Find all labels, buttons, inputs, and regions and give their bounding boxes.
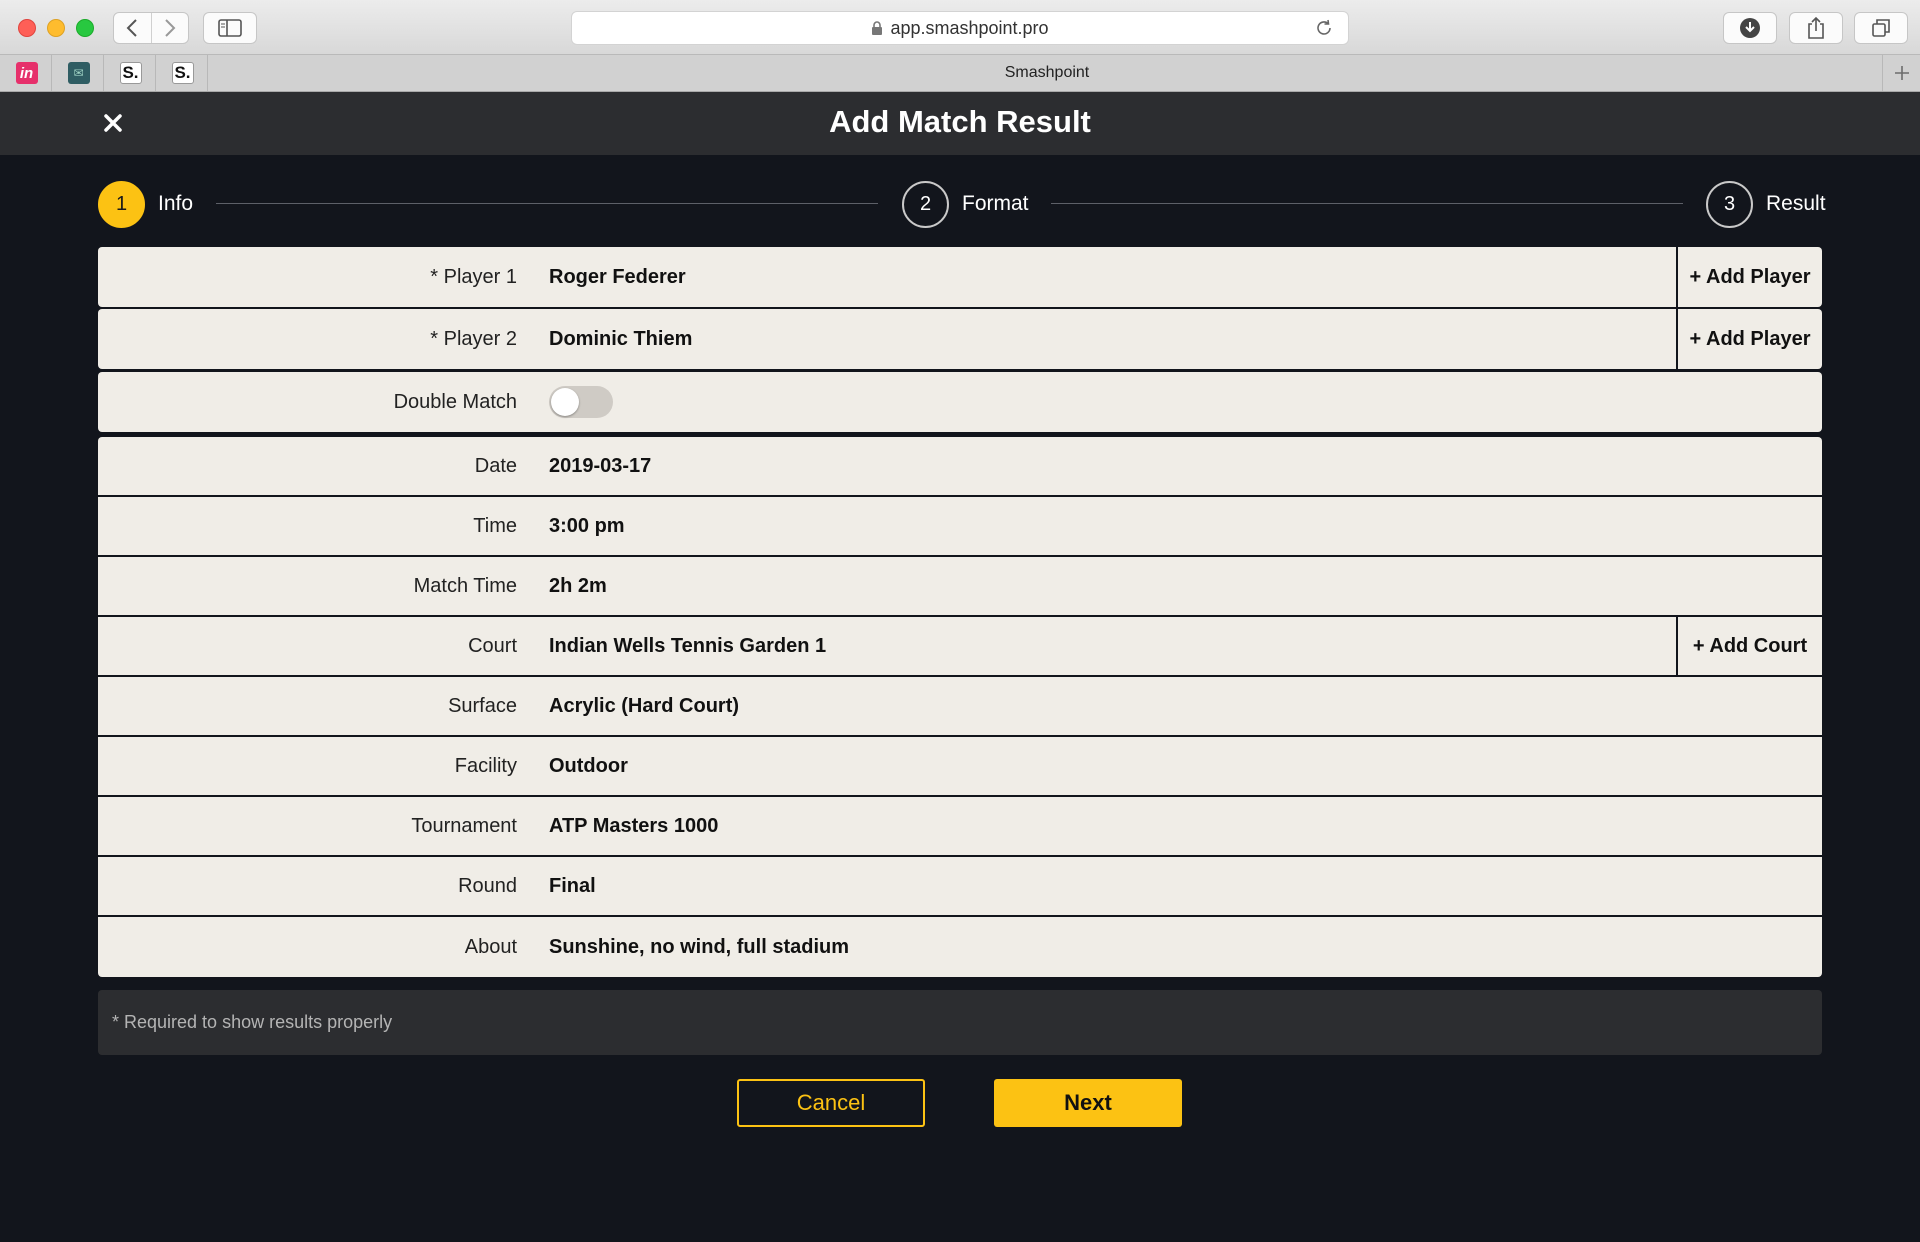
about-row[interactable]: About Sunshine, no wind, full stadium	[98, 917, 1822, 977]
favorite-smashpoint-1[interactable]: S.	[106, 55, 156, 91]
add-court-button[interactable]: + Add Court	[1676, 617, 1822, 675]
share-button[interactable]	[1789, 12, 1843, 44]
tournament-label: Tournament	[411, 814, 517, 837]
address-bar[interactable]: app.smashpoint.pro	[571, 11, 1349, 45]
step-label: Format	[962, 192, 1029, 215]
add-player1-button[interactable]: + Add Player	[1676, 247, 1822, 307]
download-icon	[1740, 18, 1760, 38]
step-number: 2	[902, 180, 949, 228]
toggle-knob	[551, 388, 579, 416]
double-match-row: Double Match	[98, 372, 1822, 432]
date-value[interactable]: 2019-03-17	[549, 455, 1822, 478]
double-match-toggle[interactable]	[549, 386, 613, 418]
step-info[interactable]: 1 Info	[98, 180, 193, 228]
date-row[interactable]: Date 2019-03-17	[98, 437, 1822, 497]
time-value[interactable]: 3:00 pm	[549, 515, 1822, 538]
time-label: Time	[473, 514, 517, 537]
add-player2-button[interactable]: + Add Player	[1676, 309, 1822, 369]
match-info-form: * Player 1 Roger Federer + Add Player * …	[98, 247, 1822, 977]
favorites-tab-bar: in ✉ S. S. Smashpoint	[0, 55, 1920, 92]
browser-titlebar: app.smashpoint.pro	[0, 0, 1920, 55]
step-result[interactable]: 3 Result	[1706, 180, 1826, 228]
step-number: 3	[1706, 180, 1753, 228]
court-row[interactable]: Court Indian Wells Tennis Garden 1 + Add…	[98, 617, 1822, 677]
about-label: About	[464, 935, 517, 958]
history-nav	[113, 12, 189, 44]
about-value[interactable]: Sunshine, no wind, full stadium	[549, 936, 1822, 959]
sidebar-icon	[218, 19, 242, 37]
chevron-right-icon	[165, 19, 176, 37]
facility-row[interactable]: Facility Outdoor	[98, 737, 1822, 797]
surface-value[interactable]: Acrylic (Hard Court)	[549, 695, 1822, 718]
match-time-row[interactable]: Match Time 2h 2m	[98, 557, 1822, 617]
round-row[interactable]: Round Final	[98, 857, 1822, 917]
wizard-stepper: 1 Info 2 Format 3 Result	[98, 180, 1826, 228]
show-tabs-button[interactable]	[1854, 12, 1908, 44]
tabs-overview-icon	[1872, 19, 1890, 37]
forward-button[interactable]	[150, 13, 188, 43]
reload-icon[interactable]	[1314, 18, 1334, 38]
back-button[interactable]	[114, 13, 151, 43]
share-icon	[1808, 16, 1824, 39]
round-value[interactable]: Final	[549, 875, 1822, 898]
mail-icon: ✉	[67, 62, 90, 84]
round-label: Round	[458, 874, 517, 897]
active-tab[interactable]: Smashpoint	[212, 55, 1882, 91]
lock-icon	[872, 20, 883, 35]
surface-row[interactable]: Surface Acrylic (Hard Court)	[98, 677, 1822, 737]
match-time-label: Match Time	[413, 574, 517, 597]
favorite-smashpoint-2[interactable]: S.	[158, 55, 208, 91]
date-label: Date	[474, 454, 517, 477]
match-time-value[interactable]: 2h 2m	[549, 575, 1822, 598]
player1-value[interactable]: Roger Federer	[549, 266, 1822, 289]
facility-label: Facility	[454, 754, 517, 777]
minimize-window-button[interactable]	[47, 19, 65, 37]
step-connector	[1051, 203, 1683, 204]
surface-label: Surface	[448, 694, 517, 717]
sidebar-toggle-button[interactable]	[203, 12, 257, 44]
time-row[interactable]: Time 3:00 pm	[98, 497, 1822, 557]
step-connector	[216, 203, 878, 204]
next-button[interactable]: Next	[994, 1079, 1182, 1127]
tournament-value[interactable]: ATP Masters 1000	[549, 815, 1822, 838]
tournament-row[interactable]: Tournament ATP Masters 1000	[98, 797, 1822, 857]
player2-label: * Player 2	[430, 327, 517, 350]
step-label: Result	[1766, 192, 1826, 215]
zoom-window-button[interactable]	[76, 19, 94, 37]
court-label: Court	[468, 634, 517, 657]
chevron-left-icon	[127, 19, 138, 37]
court-value[interactable]: Indian Wells Tennis Garden 1	[549, 635, 1822, 658]
smashpoint-icon: S.	[171, 62, 194, 84]
invision-icon: in	[15, 62, 38, 84]
smashpoint-icon: S.	[119, 62, 142, 84]
facility-value[interactable]: Outdoor	[549, 755, 1822, 778]
step-format[interactable]: 2 Format	[902, 180, 1029, 228]
player2-value[interactable]: Dominic Thiem	[549, 328, 1822, 351]
player2-row[interactable]: * Player 2 Dominic Thiem + Add Player	[98, 309, 1822, 369]
app-header: Add Match Result	[0, 92, 1920, 155]
step-number: 1	[98, 180, 145, 228]
required-note: * Required to show results properly	[98, 990, 1822, 1055]
close-window-button[interactable]	[18, 19, 36, 37]
downloads-button[interactable]	[1723, 12, 1777, 44]
favorite-invision[interactable]: in	[2, 55, 52, 91]
double-match-label: Double Match	[393, 390, 517, 413]
player1-row[interactable]: * Player 1 Roger Federer + Add Player	[98, 247, 1822, 307]
new-tab-button[interactable]	[1882, 55, 1920, 91]
url-text: app.smashpoint.pro	[890, 17, 1049, 38]
step-label: Info	[158, 192, 194, 215]
cancel-button[interactable]: Cancel	[737, 1079, 925, 1127]
favorite-mail[interactable]: ✉	[54, 55, 104, 91]
page-title: Add Match Result	[829, 104, 1091, 139]
player1-label: * Player 1	[430, 265, 517, 288]
plus-icon	[1894, 66, 1909, 80]
